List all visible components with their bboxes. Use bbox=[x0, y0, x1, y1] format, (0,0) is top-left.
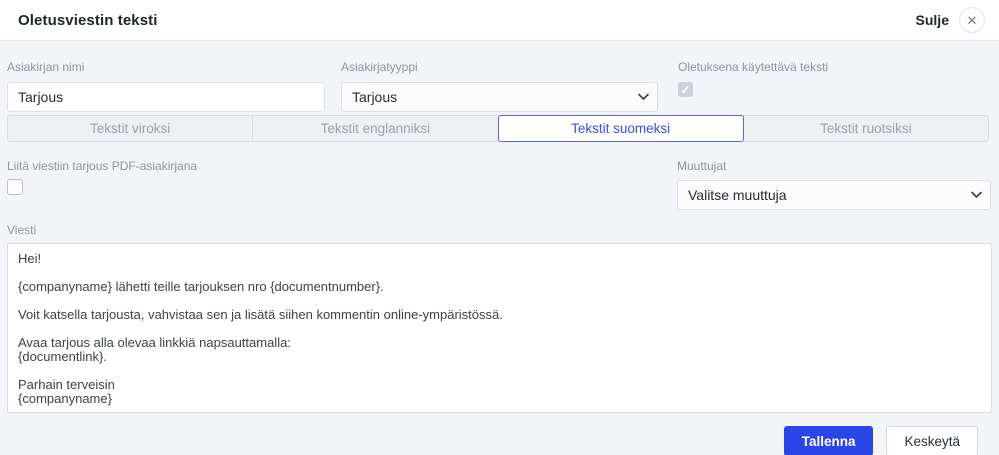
attach-pdf-label: Liitä viestiin tarjous PDF-asiakirjana bbox=[7, 159, 677, 173]
variables-label: Muuttujat bbox=[677, 159, 991, 173]
document-name-field-group: Asiakirjan nimi bbox=[7, 60, 325, 112]
save-button[interactable]: Tallenna bbox=[784, 426, 874, 455]
dialog-body: Asiakirjan nimi Asiakirjatyyppi Tarjous … bbox=[0, 41, 999, 455]
default-text-field-group: Oletuksena käytettävä teksti bbox=[678, 60, 992, 112]
dialog-footer: Tallenna Keskeytä bbox=[7, 413, 992, 455]
tab-tekstit-englanniksi[interactable]: Tekstit englanniksi bbox=[252, 115, 498, 142]
document-type-field-group: Asiakirjatyyppi Tarjous bbox=[341, 60, 658, 112]
dialog-header: Oletusviestin teksti Sulje ✕ bbox=[0, 0, 999, 41]
close-button[interactable]: Sulje ✕ bbox=[916, 7, 985, 33]
default-text-checkbox[interactable] bbox=[678, 82, 693, 97]
tab-tekstit-ruotsiksi[interactable]: Tekstit ruotsiksi bbox=[743, 115, 989, 142]
variables-field-group: Muuttujat Valitse muuttuja bbox=[677, 159, 991, 210]
tab-tekstit-suomeksi[interactable]: Tekstit suomeksi bbox=[498, 115, 744, 142]
close-icon[interactable]: ✕ bbox=[959, 7, 985, 33]
document-type-label: Asiakirjatyyppi bbox=[341, 60, 658, 74]
message-field-group: Viesti Hei! {companyname} lähetti teille… bbox=[7, 223, 992, 413]
page-title: Oletusviestin teksti bbox=[18, 12, 158, 29]
default-text-label: Oletuksena käytettävä teksti bbox=[678, 60, 992, 74]
variables-select[interactable]: Valitse muuttuja bbox=[677, 180, 991, 210]
options-row: Liitä viestiin tarjous PDF-asiakirjana M… bbox=[7, 159, 992, 210]
document-type-select[interactable]: Tarjous bbox=[341, 82, 658, 112]
cancel-button[interactable]: Keskeytä bbox=[886, 426, 978, 455]
close-button-label[interactable]: Sulje bbox=[916, 12, 949, 28]
fields-row: Asiakirjan nimi Asiakirjatyyppi Tarjous … bbox=[7, 60, 992, 112]
message-textarea[interactable]: Hei! {companyname} lähetti teille tarjou… bbox=[7, 243, 992, 413]
attach-pdf-checkbox[interactable] bbox=[7, 179, 23, 195]
attach-pdf-field-group: Liitä viestiin tarjous PDF-asiakirjana bbox=[7, 159, 677, 210]
tab-tekstit-viroksi[interactable]: Tekstit viroksi bbox=[7, 115, 253, 142]
document-name-input[interactable] bbox=[7, 82, 325, 112]
message-label: Viesti bbox=[7, 223, 992, 237]
language-tabs: Tekstit viroksi Tekstit englanniksi Teks… bbox=[7, 115, 989, 142]
document-name-label: Asiakirjan nimi bbox=[7, 60, 325, 74]
